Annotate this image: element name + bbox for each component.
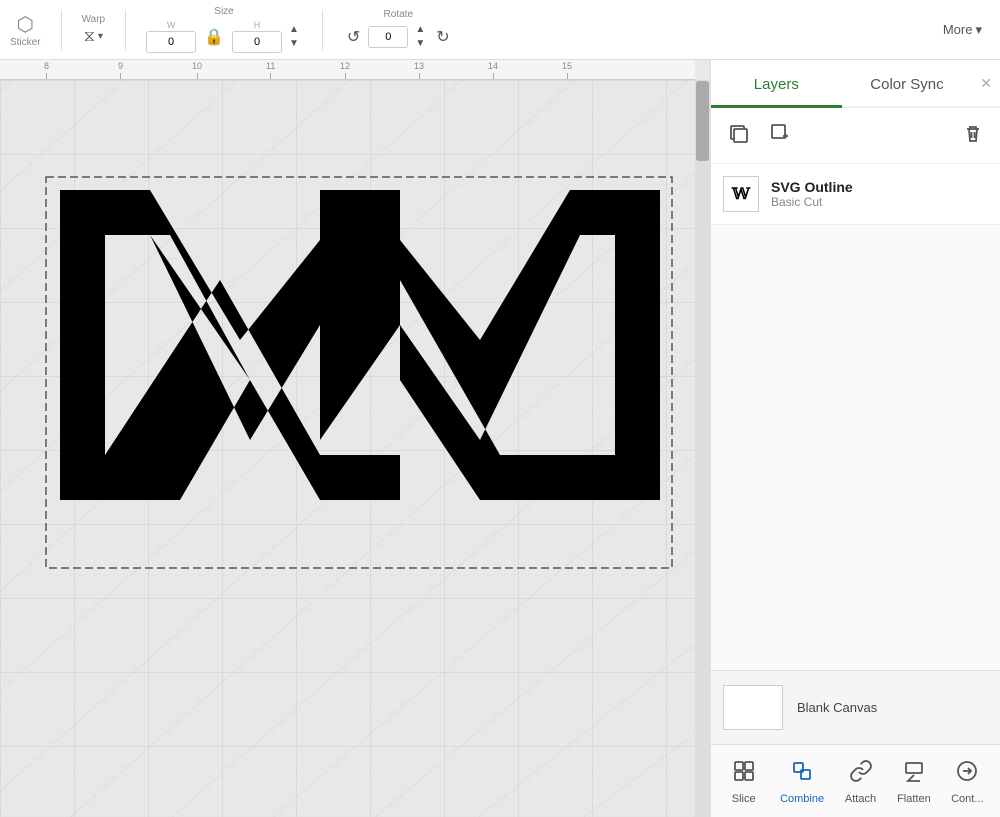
tab-color-sync-label: Color Sync [870,76,943,93]
lock-icon[interactable]: 🔒 [200,25,228,49]
combine-label: Combine [780,793,824,805]
more-arrow-icon: ▾ [975,22,982,38]
cont-icon [955,759,979,789]
combine-button[interactable]: Combine [772,755,832,809]
ruler-11: 11 [266,61,275,71]
layer-info: SVG Outline Basic Cut [771,179,988,209]
panel-close-button[interactable]: ✕ [972,75,1000,92]
warp-arrow[interactable]: ▾ [98,31,103,42]
ruler-9: 9 [118,61,123,71]
cont-label: Cont... [951,793,983,805]
slice-label: Slice [732,793,756,805]
add-layer-button[interactable] [763,118,797,153]
layer-thumbnail: 𝕎 [723,176,759,212]
layer-name: SVG Outline [771,179,988,195]
sticker-label: Sticker [10,37,41,48]
height-down-icon[interactable]: ▼ [286,37,302,50]
tab-layers-label: Layers [754,76,799,93]
tab-color-sync[interactable]: Color Sync [842,60,973,108]
width-input[interactable] [146,31,196,53]
ruler-14: 14 [488,61,498,71]
sticker-group: ⬡ Sticker [10,12,41,48]
height-input[interactable] [232,31,282,53]
canvas-thumb-label: Blank Canvas [797,700,877,715]
size-label: Size [214,6,233,17]
warp-label: Warp [82,14,106,25]
scrollbar-vertical[interactable] [695,80,710,817]
rotate-cw-icon[interactable]: ↻ [432,25,453,49]
sticker-icon: ⬡ [17,12,34,37]
flatten-icon [902,759,926,789]
selection-border [44,175,674,570]
rotate-input[interactable] [368,26,408,48]
slice-button[interactable]: Slice [719,755,769,809]
panel-tabs: Layers Color Sync ✕ [711,60,1000,108]
ruler-15: 15 [562,61,572,71]
divider-3 [322,10,323,50]
canvas-thumbnail-area: Blank Canvas [711,670,1000,744]
attach-icon [849,759,873,789]
combine-icon [790,759,814,789]
canvas-area[interactable]: 8 9 10 11 12 13 14 15 [0,60,710,817]
divider-2 [125,10,126,50]
panel-bottom-buttons: Slice Combine Attach [711,744,1000,817]
canvas-thumbnail [723,685,783,730]
slice-icon [732,759,756,789]
rotate-up-icon[interactable]: ▲ [412,23,428,36]
main-area: 8 9 10 11 12 13 14 15 [0,60,1000,817]
duplicate-layer-button[interactable] [721,118,755,153]
ruler-10: 10 [192,61,202,71]
delete-layer-button[interactable] [956,118,990,153]
layer-type: Basic Cut [771,195,988,209]
ruler-8: 8 [44,61,49,71]
ruler-13: 13 [414,61,424,71]
panel-toolbar [711,108,1000,164]
warp-icon: ⧖ [84,28,95,46]
warp-group: Warp ⧖ ▾ [82,14,106,46]
attach-button[interactable]: Attach [836,755,886,809]
layer-item[interactable]: 𝕎 SVG Outline Basic Cut [711,164,1000,225]
rotate-group: Rotate ↺ ▲ ▼ ↻ [343,9,454,50]
height-up-icon[interactable]: ▲ [286,23,302,36]
attach-label: Attach [845,793,876,805]
ruler-12: 12 [340,61,350,71]
divider-1 [61,10,62,50]
more-button[interactable]: More ▾ [935,18,990,42]
rotate-down-icon[interactable]: ▼ [412,37,428,50]
rotate-label: Rotate [384,9,413,20]
tab-layers[interactable]: Layers [711,60,842,108]
panel-spacer [711,225,1000,670]
ruler-horizontal: 8 9 10 11 12 13 14 15 [0,60,695,80]
layer-thumb-char: 𝕎 [732,184,750,204]
flatten-button[interactable]: Flatten [889,755,939,809]
more-label: More [943,22,973,37]
flatten-label: Flatten [897,793,931,805]
scrollbar-thumb[interactable] [696,81,709,161]
canvas-grid [0,80,695,817]
toolbar: ⬡ Sticker Warp ⧖ ▾ Size W 🔒 H ▲ ▼ [0,0,1000,60]
size-group: Size W 🔒 H ▲ ▼ [146,6,302,53]
right-panel: Layers Color Sync ✕ [710,60,1000,817]
cont-button[interactable]: Cont... [942,755,992,809]
rotate-ccw-icon[interactable]: ↺ [343,25,364,49]
